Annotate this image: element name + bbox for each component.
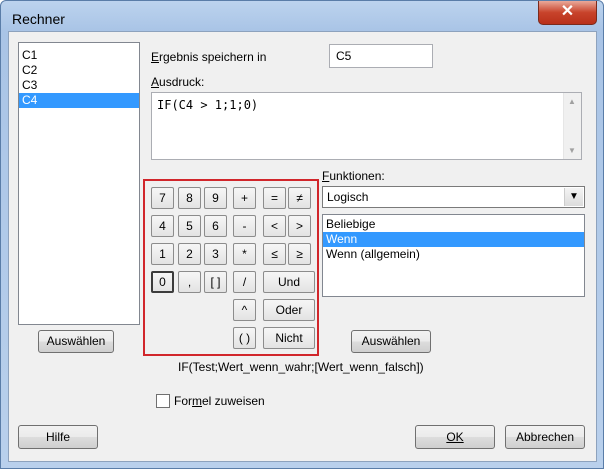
key-multiply[interactable]: * — [233, 243, 256, 265]
key-7[interactable]: 7 — [151, 187, 174, 209]
key-3[interactable]: 3 — [204, 243, 227, 265]
function-item-wenn[interactable]: Wenn — [323, 232, 584, 247]
assign-formula-label-start: For — [174, 394, 192, 408]
expression-value: IF(C4 > 1;1;0) — [157, 98, 259, 112]
key-minus[interactable]: - — [233, 215, 256, 237]
key-equals[interactable]: = — [263, 187, 286, 209]
select-function-button[interactable]: Auswählen — [351, 330, 431, 353]
ok-label: OK — [446, 430, 464, 444]
chevron-down-icon[interactable]: ▼ — [564, 188, 583, 206]
variable-item-c2[interactable]: C2 — [19, 63, 139, 78]
store-result-value: C5 — [336, 49, 352, 63]
select-function-label: Auswählen — [361, 334, 421, 348]
key-brackets[interactable]: [ ] — [204, 271, 227, 293]
key-nicht[interactable]: Nicht — [263, 327, 315, 349]
function-item-wenn-allgemein[interactable]: Wenn (allgemein) — [323, 247, 584, 262]
variable-list[interactable]: C1 C2 C3 C4 — [18, 42, 140, 325]
key-greater-equal[interactable]: ≥ — [288, 243, 311, 265]
assign-formula-label-rest: el zuweisen — [202, 394, 265, 408]
key-8[interactable]: 8 — [178, 187, 201, 209]
key-less-than[interactable]: < — [263, 215, 286, 237]
select-variable-button[interactable]: Auswählen — [38, 330, 114, 353]
key-less-equal[interactable]: ≤ — [263, 243, 286, 265]
key-parentheses[interactable]: ( ) — [233, 327, 256, 349]
key-plus[interactable]: + — [233, 187, 256, 209]
key-und[interactable]: Und — [263, 271, 315, 293]
functions-label-rest: unktionen: — [329, 169, 385, 183]
variable-item-c4[interactable]: C4 — [19, 93, 139, 108]
key-comma[interactable]: , — [178, 271, 201, 293]
key-greater-than[interactable]: > — [288, 215, 311, 237]
store-result-mnemonic: E — [151, 50, 160, 64]
key-5[interactable]: 5 — [178, 215, 201, 237]
functions-category-value: Logisch — [327, 190, 369, 204]
store-result-label: Ergebnis speichern in — [151, 50, 266, 64]
key-4[interactable]: 4 — [151, 215, 174, 237]
expression-input[interactable]: IF(C4 > 1;1;0) ▲ ▼ — [151, 92, 582, 160]
ok-button[interactable]: OK — [415, 425, 495, 449]
cancel-button[interactable]: Abbrechen — [505, 425, 585, 449]
key-0[interactable]: 0 — [151, 271, 174, 293]
key-6[interactable]: 6 — [204, 215, 227, 237]
cancel-label: Abbrechen — [515, 430, 575, 444]
function-item-beliebige[interactable]: Beliebige — [323, 217, 584, 232]
close-button[interactable]: ✕ — [538, 1, 597, 25]
key-not-equal[interactable]: ≠ — [288, 187, 311, 209]
assign-formula-checkbox[interactable] — [156, 394, 170, 408]
key-9[interactable]: 9 — [204, 187, 227, 209]
functions-label: Funktionen: — [322, 169, 385, 183]
key-1[interactable]: 1 — [151, 243, 174, 265]
assign-formula-label: Formel zuweisen — [174, 394, 265, 408]
scroll-up-icon[interactable]: ▲ — [568, 97, 576, 106]
store-result-label-rest: rgebnis speichern in — [159, 50, 267, 64]
expression-label: Ausdruck: — [151, 75, 204, 89]
function-syntax-hint: IF(Test;Wert_wenn_wahr;[Wert_wenn_falsch… — [178, 360, 424, 374]
key-2[interactable]: 2 — [178, 243, 201, 265]
select-variable-label: Auswählen — [46, 334, 106, 348]
store-result-input[interactable]: C5 — [329, 44, 433, 68]
assign-formula-mnemonic: m — [192, 394, 202, 408]
dialog-client-area: C1 C2 C3 C4 Ergebnis speichern in C5 Aus… — [8, 31, 597, 462]
help-label: Hilfe — [45, 430, 70, 444]
functions-category-select[interactable]: Logisch ▼ — [322, 186, 585, 208]
calculator-dialog: Rechner ✕ C1 C2 C3 C4 Ergebnis speichern… — [0, 0, 604, 469]
close-icon: ✕ — [560, 3, 575, 20]
key-divide[interactable]: / — [233, 271, 256, 293]
functions-list[interactable]: Beliebige Wenn Wenn (allgemein) — [322, 214, 585, 297]
help-button[interactable]: Hilfe — [18, 425, 98, 449]
expression-label-rest: usdruck: — [159, 75, 205, 89]
title-bar: Rechner ✕ — [1, 1, 603, 35]
scroll-down-icon[interactable]: ▼ — [568, 146, 576, 155]
expression-mnemonic: A — [151, 75, 160, 89]
expression-scrollbar[interactable]: ▲ ▼ — [563, 93, 581, 159]
variable-item-c3[interactable]: C3 — [19, 78, 139, 93]
window-title: Rechner — [12, 11, 65, 27]
key-oder[interactable]: Oder — [263, 299, 315, 321]
variable-item-c1[interactable]: C1 — [19, 48, 139, 63]
key-power[interactable]: ^ — [233, 299, 256, 321]
